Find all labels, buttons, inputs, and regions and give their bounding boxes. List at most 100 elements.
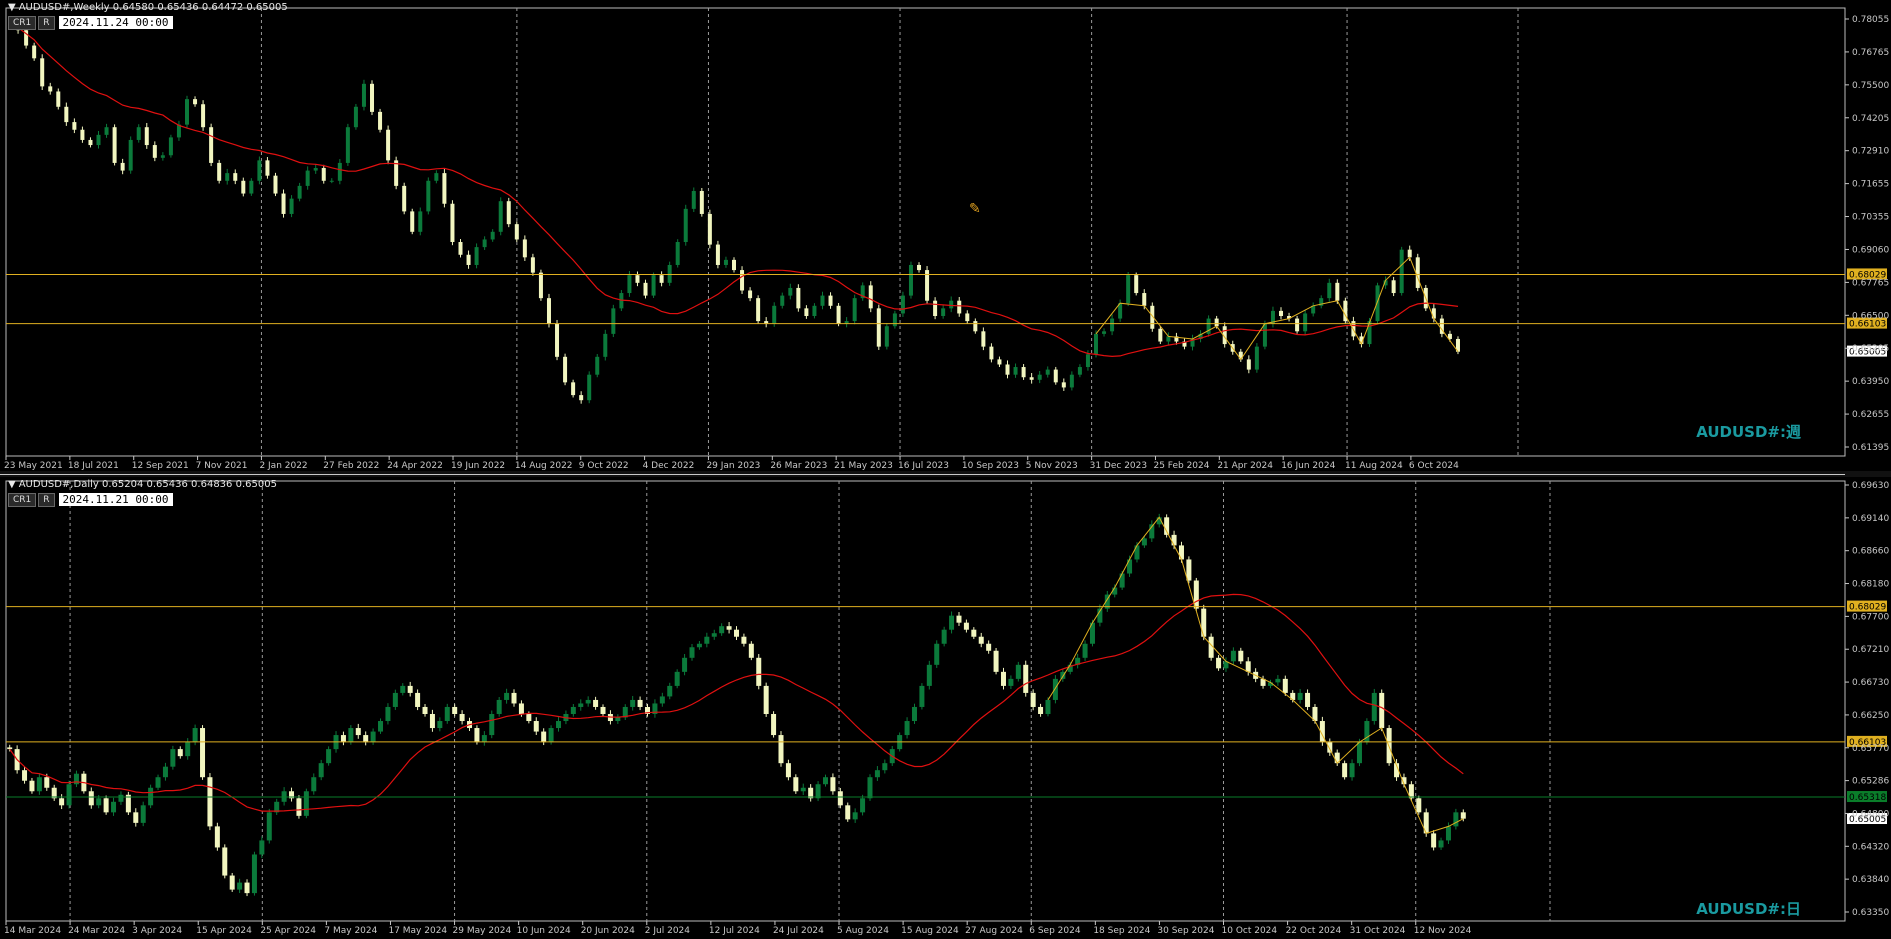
candle-body — [876, 308, 881, 347]
candle-body — [741, 636, 747, 644]
candle-body — [1201, 608, 1207, 637]
x-tick-label: 4 Dec 2022 — [643, 461, 695, 471]
candle-body — [963, 622, 969, 630]
candle-body — [1282, 678, 1288, 693]
candle-body — [458, 242, 463, 255]
candle-body — [845, 805, 851, 820]
candle-body — [674, 671, 680, 686]
candle-body — [177, 749, 183, 757]
candle-body — [1356, 742, 1362, 764]
chip-r[interactable]: R — [38, 16, 55, 30]
candle-body — [1085, 354, 1090, 368]
candle-body — [637, 699, 643, 707]
daily-chart-header: ▼ AUDUSD#,Daily 0.65204 0.65436 0.64836 0… — [8, 479, 277, 490]
candle-body — [36, 777, 42, 792]
candle-body — [370, 83, 375, 112]
candle-body — [506, 201, 511, 225]
candle-body — [348, 728, 354, 743]
candle-body — [1005, 364, 1010, 375]
candle-body — [1349, 763, 1355, 778]
candle-body — [533, 721, 539, 732]
candle-body — [370, 731, 376, 743]
candle-body — [400, 685, 406, 693]
candle-body — [112, 127, 117, 163]
candle-body — [989, 346, 994, 360]
y-tick-label: 0.66250 — [1852, 711, 1889, 721]
candle-body — [281, 193, 286, 214]
candle-body — [444, 706, 450, 722]
candle-body — [120, 162, 125, 171]
candle-body — [941, 308, 946, 317]
candle-body — [683, 208, 688, 243]
candle-body — [978, 636, 984, 644]
candle-body — [450, 203, 455, 243]
y-tick-label: 0.62655 — [1852, 410, 1889, 420]
candle-body — [571, 382, 576, 396]
x-tick-label: 29 May 2024 — [453, 926, 512, 936]
daily-chart-svg[interactable]: 0.680290.661030.653180.650050.696300.691… — [0, 477, 1891, 939]
candle-body — [329, 180, 334, 182]
weekly-chart-panel[interactable]: 0.68029 0.66103 0.65005 0.78055 0.76765 0.755… — [0, 0, 1891, 471]
y-tick-label: 0.65770 — [1852, 744, 1889, 754]
collapse-triangle-icon[interactable]: ▼ — [8, 479, 16, 490]
candle-body — [251, 854, 257, 894]
candle-body — [170, 749, 176, 767]
candle-body — [659, 696, 665, 704]
candle-body — [919, 685, 925, 707]
daily-datetime-box: 2024.11.21 00:00 — [58, 493, 173, 506]
candle-body — [603, 333, 608, 357]
candle-body — [1295, 318, 1300, 332]
candle-body — [155, 777, 161, 788]
candle-body — [498, 201, 503, 232]
candle-body — [836, 305, 841, 324]
collapse-triangle-icon[interactable]: ▼ — [8, 2, 16, 13]
candle-body — [1166, 336, 1171, 342]
x-tick-label: 25 Feb 2024 — [1153, 461, 1209, 471]
candle-body — [541, 731, 547, 743]
candle-body — [556, 721, 562, 729]
candle-body — [385, 706, 391, 722]
chip-r[interactable]: R — [38, 493, 55, 507]
candle-body — [29, 780, 35, 792]
candle-body — [133, 812, 139, 823]
chip-cr1[interactable]: CR1 — [8, 493, 37, 507]
candle-body — [965, 313, 970, 322]
candle-body — [104, 127, 109, 135]
candle-body — [22, 770, 28, 781]
candle-body — [667, 685, 673, 697]
candle-body — [1053, 369, 1058, 383]
candle-body — [860, 798, 866, 813]
price-level-tag-text: 0.65318 — [1849, 793, 1886, 803]
candle-body — [800, 787, 806, 792]
candle-body — [56, 91, 61, 107]
candle-body — [852, 298, 857, 322]
candle-body — [1029, 377, 1034, 380]
candle-body — [474, 247, 479, 265]
daily-chart-panel[interactable]: 0.68029 0.66103 0.65318 0.65005 0.69630 0.691… — [0, 477, 1891, 939]
candle-body — [772, 305, 777, 324]
candle-body — [326, 749, 332, 764]
y-tick-label: 0.65205 — [1852, 344, 1889, 354]
candle-body — [496, 699, 502, 714]
x-tick-label: 5 Aug 2024 — [837, 926, 889, 936]
candle-body — [732, 259, 736, 271]
candle-body — [392, 692, 398, 707]
candle-body — [659, 275, 664, 283]
chip-cr1[interactable]: CR1 — [8, 16, 37, 30]
candle-body — [237, 882, 243, 890]
daily-ohlc-values: 0.65204 0.65436 0.64836 0.65005 — [101, 479, 277, 490]
weekly-chart-svg[interactable]: 0.680290.661030.650050.780550.767650.755… — [0, 0, 1891, 471]
candle-body — [981, 331, 986, 347]
candle-body — [386, 129, 391, 161]
candle-body — [734, 629, 739, 637]
candle-body — [321, 168, 326, 181]
candle-body — [1008, 678, 1014, 686]
plot-frame — [5, 480, 1846, 922]
candle-body — [1327, 282, 1332, 299]
candle-body — [530, 257, 535, 273]
candle-body — [682, 657, 688, 672]
x-tick-label: 7 May 2024 — [324, 926, 377, 936]
candle-body — [796, 287, 801, 309]
candle-body — [162, 766, 168, 778]
x-tick-label: 12 Sep 2021 — [132, 461, 189, 471]
